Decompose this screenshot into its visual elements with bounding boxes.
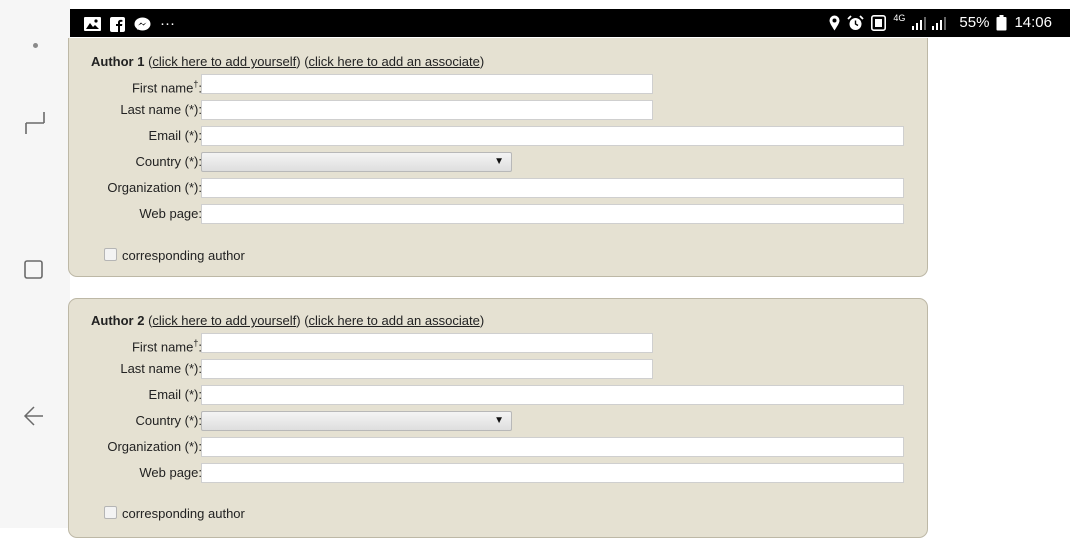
email-label: Email (*): [148,387,202,402]
last-name-label: Last name (*): [120,102,202,117]
chevron-down-icon: ▼ [494,156,504,167]
gallery-icon [84,17,101,31]
organization-input[interactable] [201,178,904,198]
signal-strength-icon [912,17,947,30]
add-associate-link[interactable]: click here to add an associate [309,54,480,69]
web-page-input[interactable] [201,204,904,224]
clock-time: 14:06 [1014,14,1052,31]
web-page-label: Web page: [139,206,202,221]
first-name-input[interactable] [201,333,653,353]
corresponding-author-label: corresponding author [122,506,245,521]
facebook-icon [110,16,125,32]
author-1-panel: Author 1 (click here to add yourself) (c… [68,38,928,277]
first-name-label: First name†: [69,75,202,97]
country-label: Country (*): [135,413,202,428]
author-1-title: Author 1 [91,54,145,69]
back-icon[interactable] [23,404,45,428]
last-name-input[interactable] [201,100,653,120]
last-name-label: Last name (*): [120,361,202,376]
first-name-input[interactable] [201,74,653,94]
paren: ) [479,54,485,69]
paren: ) [296,54,301,69]
email-input[interactable] [201,126,904,146]
organization-label: Organization (*): [107,439,202,454]
more-notifications-icon: ··· [160,15,175,32]
web-page-label: Web page: [139,465,202,480]
organization-input[interactable] [201,437,904,457]
country-select[interactable]: ▼ [201,152,512,172]
chevron-down-icon: ▼ [494,415,504,426]
author-2-title: Author 2 [91,313,145,328]
recent-dot-icon [33,43,38,48]
battery-percent: 55% [959,14,990,31]
corresponding-author-checkbox[interactable] [104,248,117,261]
web-page-input[interactable] [201,463,904,483]
location-icon [829,15,840,31]
last-name-input[interactable] [201,359,653,379]
first-name-label: First name†: [69,334,202,356]
messenger-icon [134,17,151,30]
email-input[interactable] [201,385,904,405]
paren: ) [296,313,301,328]
email-label: Email (*): [148,128,202,143]
first-name-label-text: First name [131,339,194,355]
navigation-bar [0,0,70,528]
recent-apps-icon[interactable] [23,110,47,136]
country-select[interactable]: ▼ [201,411,512,431]
add-associate-link[interactable]: click here to add an associate [309,313,480,328]
author-2-header: Author 2 (click here to add yourself) (c… [91,313,484,328]
home-icon[interactable] [23,259,45,281]
add-yourself-link[interactable]: click here to add yourself [152,54,296,69]
add-yourself-link[interactable]: click here to add yourself [152,313,296,328]
corresponding-author-checkbox[interactable] [104,506,117,519]
battery-icon [996,15,1007,31]
paren: ) [479,313,485,328]
organization-label: Organization (*): [107,180,202,195]
alarm-icon [847,15,865,30]
author-2-panel: Author 2 (click here to add yourself) (c… [68,298,928,538]
corresponding-author-label: corresponding author [122,248,245,263]
author-1-header: Author 1 (click here to add yourself) (c… [91,54,484,69]
status-bar: ··· 4G 55% 14:06 [70,9,1070,37]
network-type-label: 4G [893,13,906,23]
first-name-label-text: First name [131,80,194,96]
country-label: Country (*): [135,154,202,169]
nfc-icon [871,15,887,31]
